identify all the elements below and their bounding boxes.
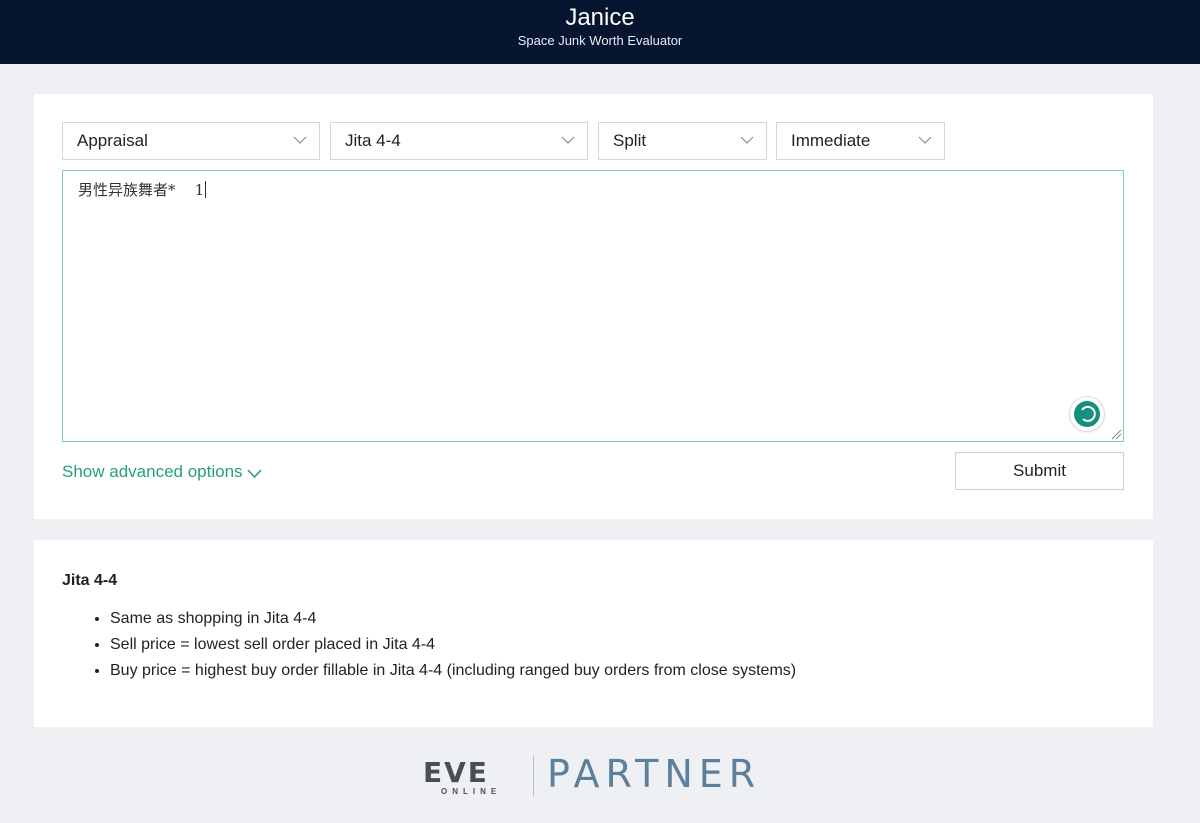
market-value: Jita 4-4 [345,131,401,150]
grammar-helper-button[interactable] [1070,397,1104,431]
chevron-down-icon [293,136,307,144]
list-item: Same as shopping in Jita 4-4 [110,606,796,632]
advanced-options-label: Show advanced options [62,462,243,481]
chevron-down-icon [918,136,932,144]
eve-partner-logo: EVE ONLINE PARTNER [423,752,768,798]
list-item: Sell price = lowest sell order placed in… [110,632,796,658]
app-subtitle: Space Junk Worth Evaluator [517,33,683,48]
pricing-mode-select[interactable]: Immediate [776,122,945,160]
helper-circle-icon [1074,401,1100,427]
items-textarea[interactable] [62,170,1124,442]
show-advanced-options-link[interactable]: Show advanced options [62,461,262,483]
spinner-icon [1081,405,1096,422]
partner-word: PARTNER [547,752,762,796]
submit-button[interactable]: Submit [955,452,1124,490]
resize-handle-icon[interactable] [1110,428,1122,440]
market-info-title: Jita 4-4 [62,572,118,589]
chevron-down-icon [246,469,262,479]
eve-logo-word: EVE [423,756,489,789]
chevron-down-icon [561,136,575,144]
app-title: Janice [565,4,635,31]
chevron-down-icon [740,136,754,144]
market-select[interactable]: Jita 4-4 [330,122,588,160]
eve-logo-online: ONLINE [441,787,502,796]
list-item: Buy price = highest buy order fillable i… [110,658,796,684]
pricing-mode-value: Immediate [791,131,871,150]
price-type-value: Split [613,131,647,150]
appraisal-type-value: Appraisal [77,131,148,150]
appraisal-type-select[interactable]: Appraisal [62,122,320,160]
logo-divider [533,756,534,796]
price-type-select[interactable]: Split [598,122,767,160]
market-info-list: Same as shopping in Jita 4-4 Sell price … [110,606,796,684]
market-info-card: Jita 4-4 Same as shopping in Jita 4-4 Se… [34,540,1153,727]
appraisal-form-card: Appraisal Jita 4-4 Split Immediate 男性异族舞… [34,94,1153,519]
app-header: Janice Space Junk Worth Evaluator [0,0,1200,64]
